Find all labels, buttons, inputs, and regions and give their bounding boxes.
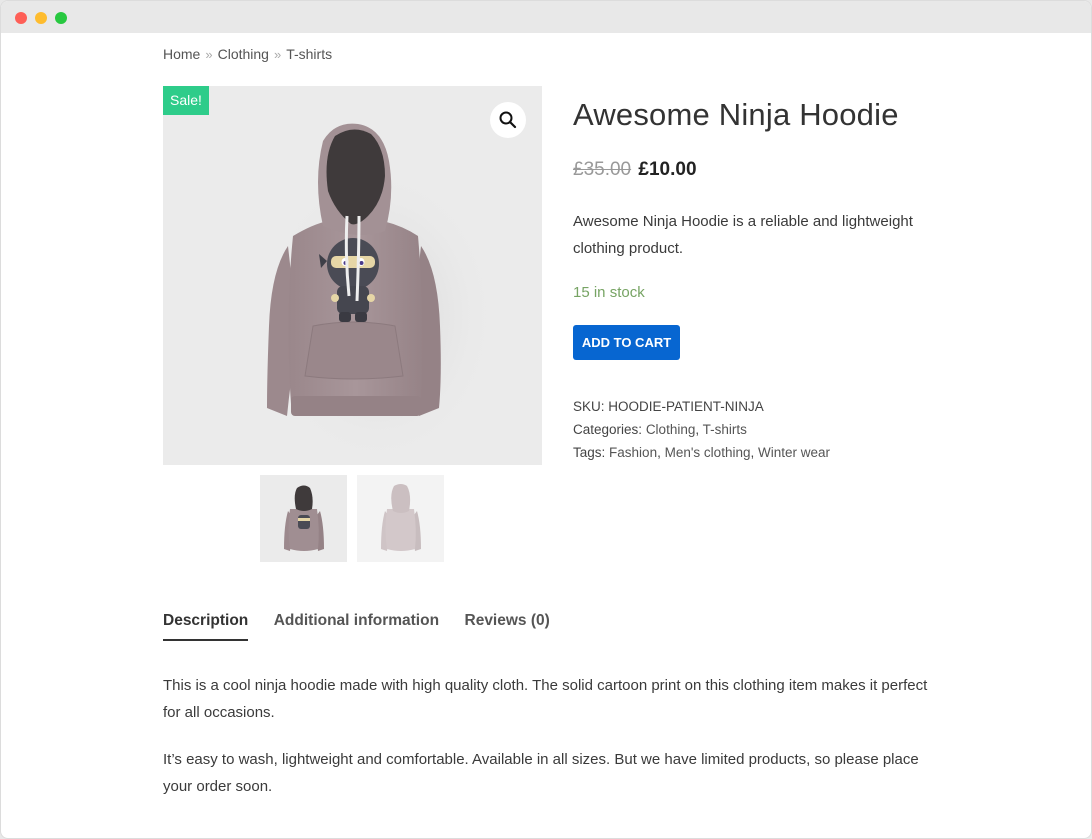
tag-link-mens-clothing[interactable]: Men's clothing xyxy=(665,445,751,460)
sku-row: SKU: HOODIE-PATIENT-NINJA xyxy=(573,395,830,418)
magnifier-icon xyxy=(499,111,517,129)
breadcrumb-separator: » xyxy=(205,47,213,62)
product-price: £35.00 £10.00 xyxy=(573,159,697,181)
description-panel: This is a cool ninja hoodie made with hi… xyxy=(163,672,943,820)
sku-value: HOODIE-PATIENT-NINJA xyxy=(608,399,764,414)
maximize-window-button[interactable] xyxy=(55,12,67,24)
sale-badge: Sale! xyxy=(163,86,209,115)
hoodie-back-thumbnail xyxy=(381,484,421,551)
product-title: Awesome Ninja Hoodie xyxy=(573,97,899,132)
breadcrumb-home[interactable]: Home xyxy=(163,46,200,62)
tag-link-fashion[interactable]: Fashion xyxy=(609,445,657,460)
minimize-window-button[interactable] xyxy=(35,12,47,24)
hoodie-front-image xyxy=(258,123,498,465)
breadcrumb-current: T-shirts xyxy=(286,46,333,62)
add-to-cart-button[interactable]: ADD TO CART xyxy=(573,325,680,360)
close-window-button[interactable] xyxy=(15,12,27,24)
thumbnail-back[interactable] xyxy=(357,475,444,562)
sku-label: SKU: xyxy=(573,399,605,414)
browser-window: Home » Clothing » T-shirts Sale! Awesome N… xyxy=(0,0,1092,839)
categories-label: Categories: xyxy=(573,422,643,437)
hoodie-front-thumbnail xyxy=(284,485,324,551)
breadcrumb-separator: » xyxy=(273,47,282,62)
tab-description[interactable]: Description xyxy=(163,612,249,641)
description-paragraph: It’s easy to wash, lightweight and comfo… xyxy=(163,751,919,795)
tags-row: Tags: Fashion, Men's clothing, Winter we… xyxy=(573,445,830,460)
tag-link-winter-wear[interactable]: Winter wear xyxy=(758,445,830,460)
tags-label: Tags: xyxy=(573,445,606,460)
regular-price: £35.00 xyxy=(573,159,632,180)
tab-additional-information[interactable]: Additional information xyxy=(274,612,439,639)
zoom-button[interactable] xyxy=(490,102,526,138)
product-main-image[interactable]: Sale! xyxy=(163,86,542,465)
title-bar xyxy=(1,1,1091,33)
stock-status: 15 in stock xyxy=(573,284,645,301)
product-meta: SKU: HOODIE-PATIENT-NINJA Categories: Cl… xyxy=(573,395,830,464)
tab-reviews[interactable]: Reviews (0) xyxy=(465,612,550,639)
category-link-clothing[interactable]: Clothing xyxy=(646,422,696,437)
breadcrumb: Home » Clothing » T-shirts xyxy=(163,46,332,62)
category-link-tshirts[interactable]: T-shirts xyxy=(703,422,747,437)
sale-price: £10.00 xyxy=(638,159,697,180)
product-tabs: Description Additional information Revie… xyxy=(163,612,571,644)
breadcrumb-clothing[interactable]: Clothing xyxy=(218,46,269,62)
thumbnail-front[interactable] xyxy=(260,475,347,562)
categories-row: Categories: Clothing, T-shirts xyxy=(573,422,747,437)
short-description: Awesome Ninja Hoodie is a reliable and l… xyxy=(573,213,913,257)
description-paragraph: This is a cool ninja hoodie made with hi… xyxy=(163,677,928,721)
